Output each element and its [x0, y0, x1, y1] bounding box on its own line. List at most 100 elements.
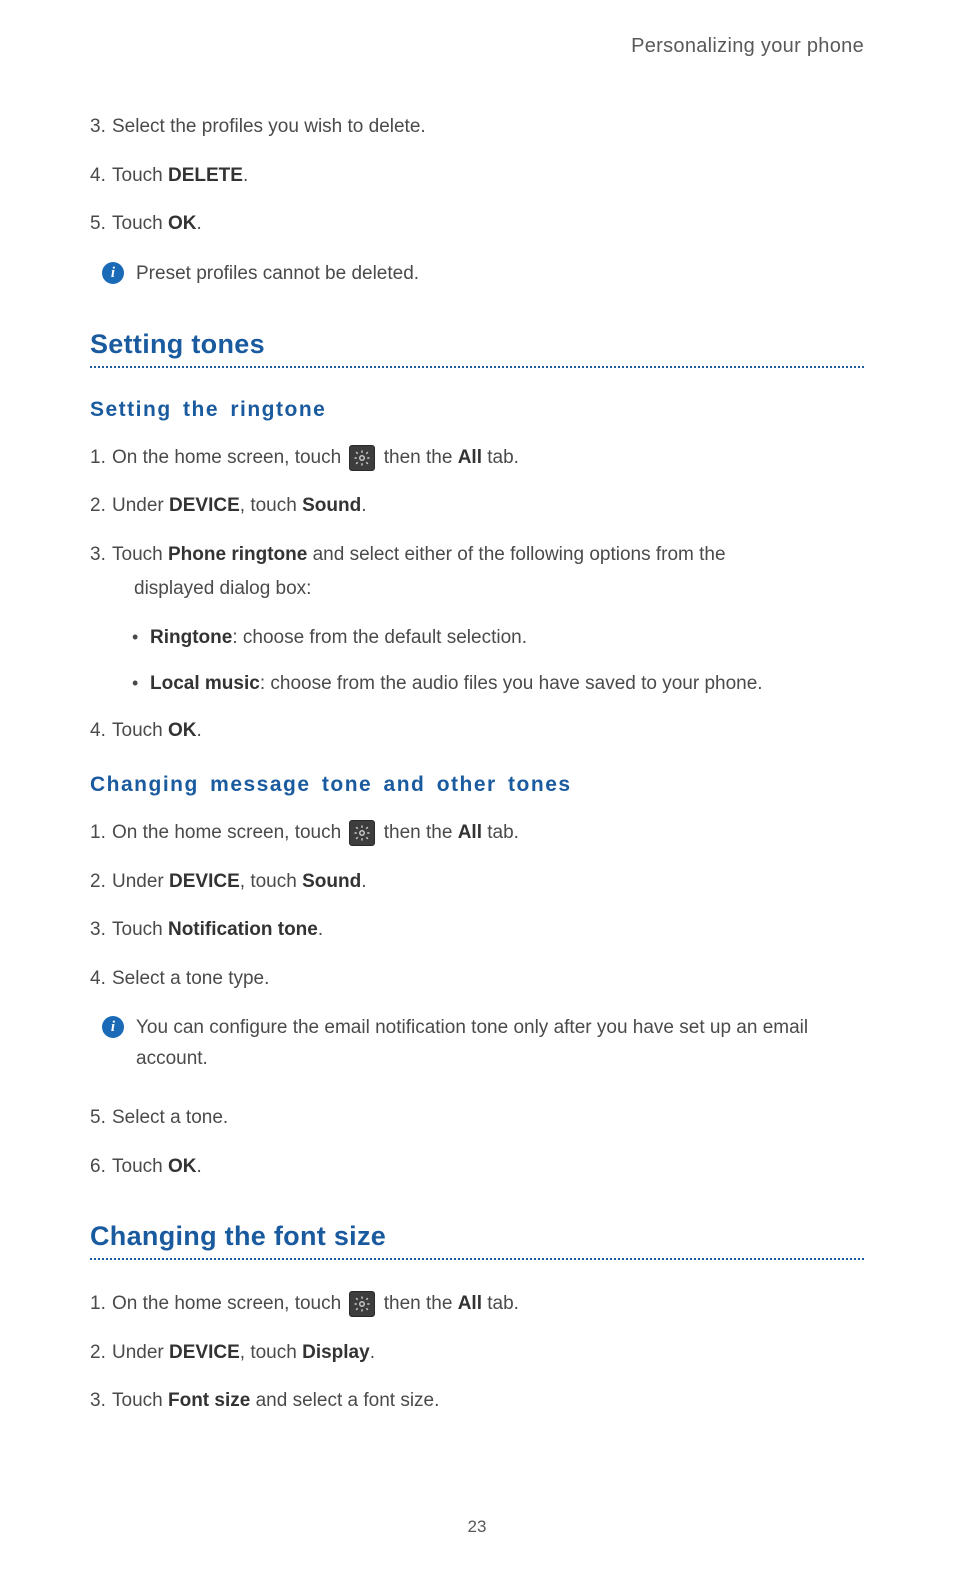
section-heading-setting-tones: Setting tones — [90, 329, 864, 360]
step-text: tab. — [482, 447, 519, 468]
step-text: . — [243, 165, 248, 186]
step-item: 3. Touch Phone ringtone and select eithe… — [90, 541, 864, 604]
settings-icon — [349, 820, 375, 846]
bullet-text: : choose from the default selection. — [232, 627, 527, 648]
step-item: 5. Select a tone. — [90, 1104, 864, 1133]
step-text: . — [318, 919, 323, 940]
bold-text: DELETE — [168, 165, 243, 186]
step-number: 6. — [90, 1153, 106, 1182]
step-text: and select a font size. — [250, 1390, 439, 1411]
step-text: Under — [112, 871, 169, 892]
bold-text: Sound — [302, 495, 361, 516]
note-text: Preset profiles cannot be deleted. — [136, 259, 419, 289]
step-item: 1. On the home screen, touch then the Al… — [90, 1290, 864, 1319]
step-text: Touch — [112, 544, 168, 565]
settings-icon — [349, 445, 375, 471]
step-text: Touch — [112, 1156, 168, 1177]
section-heading-font-size: Changing the font size — [90, 1221, 864, 1252]
step-text: Select a tone. — [112, 1107, 228, 1128]
bold-text: OK — [168, 1156, 197, 1177]
bold-text: Notification tone — [168, 919, 318, 940]
settings-icon — [349, 1291, 375, 1317]
bullet-text: : choose from the audio files you have s… — [260, 673, 763, 694]
step-text: Select a tone type. — [112, 968, 269, 989]
step-number: 2. — [90, 1339, 106, 1368]
step-item: 1. On the home screen, touch then the Al… — [90, 819, 864, 848]
bullet-list: Ringtone: choose from the default select… — [132, 624, 864, 699]
step-text: Touch — [112, 213, 168, 234]
step-item: 4. Touch OK. — [90, 717, 864, 746]
step-text: and select either of the following optio… — [307, 544, 725, 565]
step-item: 3. Select the profiles you wish to delet… — [90, 113, 864, 142]
bold-text: DEVICE — [169, 871, 240, 892]
bold-text: DEVICE — [169, 1342, 240, 1363]
info-icon: i — [102, 1016, 124, 1038]
bold-text: All — [458, 1293, 482, 1314]
step-text-cont: displayed dialog box: — [112, 575, 864, 604]
step-text: On the home screen, touch — [112, 447, 346, 468]
step-number: 4. — [90, 965, 106, 994]
step-text: . — [361, 495, 366, 516]
step-number: 2. — [90, 492, 106, 521]
subheading-setting-ringtone: Setting the ringtone — [90, 398, 864, 422]
step-number: 4. — [90, 162, 106, 191]
bullet-item: Ringtone: choose from the default select… — [132, 624, 864, 653]
step-number: 5. — [90, 210, 106, 239]
step-text: then the — [384, 1293, 458, 1314]
step-text: , touch — [240, 1342, 302, 1363]
note-text: You can configure the email notification… — [136, 1013, 864, 1074]
step-text: On the home screen, touch — [112, 822, 346, 843]
step-number: 1. — [90, 1290, 106, 1319]
step-number: 2. — [90, 868, 106, 897]
bold-text: Display — [302, 1342, 370, 1363]
step-text: Under — [112, 1342, 169, 1363]
page-header: Personalizing your phone — [90, 35, 864, 58]
step-number: 3. — [90, 916, 106, 945]
step-item: 4. Touch DELETE. — [90, 162, 864, 191]
step-text: . — [196, 213, 201, 234]
info-note: i You can configure the email notificati… — [102, 1013, 864, 1074]
step-text: , touch — [240, 495, 302, 516]
bold-text: Phone ringtone — [168, 544, 307, 565]
bold-text: All — [458, 447, 482, 468]
step-text: Under — [112, 495, 169, 516]
bold-text: All — [458, 822, 482, 843]
step-item: 3. Touch Font size and select a font siz… — [90, 1387, 864, 1416]
bold-text: Font size — [168, 1390, 250, 1411]
step-text: then the — [384, 822, 458, 843]
step-text: Touch — [112, 1390, 168, 1411]
step-number: 4. — [90, 717, 106, 746]
step-item: 2. Under DEVICE, touch Sound. — [90, 492, 864, 521]
step-item: 1. On the home screen, touch then the Al… — [90, 444, 864, 473]
step-item: 4. Select a tone type. — [90, 965, 864, 994]
step-text: . — [370, 1342, 375, 1363]
step-text: tab. — [482, 1293, 519, 1314]
step-number: 5. — [90, 1104, 106, 1133]
bold-text: DEVICE — [169, 495, 240, 516]
bold-text: OK — [168, 720, 197, 741]
step-number: 1. — [90, 444, 106, 473]
info-note: i Preset profiles cannot be deleted. — [102, 259, 864, 289]
dotted-divider — [90, 366, 864, 368]
step-text: . — [196, 1156, 201, 1177]
step-number: 3. — [90, 1387, 106, 1416]
bold-text: Local music — [150, 673, 260, 694]
step-text: Touch — [112, 919, 168, 940]
bold-text: OK — [168, 213, 197, 234]
info-icon: i — [102, 262, 124, 284]
step-number: 3. — [90, 541, 106, 570]
step-text: , touch — [240, 871, 302, 892]
step-text: . — [361, 871, 366, 892]
dotted-divider — [90, 1258, 864, 1260]
step-item: 3. Touch Notification tone. — [90, 916, 864, 945]
bullet-item: Local music: choose from the audio files… — [132, 670, 864, 699]
step-number: 1. — [90, 819, 106, 848]
step-item: 5. Touch OK. — [90, 210, 864, 239]
step-text: Touch — [112, 720, 168, 741]
step-text: Select the profiles you wish to delete. — [112, 116, 426, 137]
step-item: 2. Under DEVICE, touch Display. — [90, 1339, 864, 1368]
step-text: Touch — [112, 165, 168, 186]
step-text: On the home screen, touch — [112, 1293, 346, 1314]
step-number: 3. — [90, 113, 106, 142]
bold-text: Ringtone — [150, 627, 232, 648]
